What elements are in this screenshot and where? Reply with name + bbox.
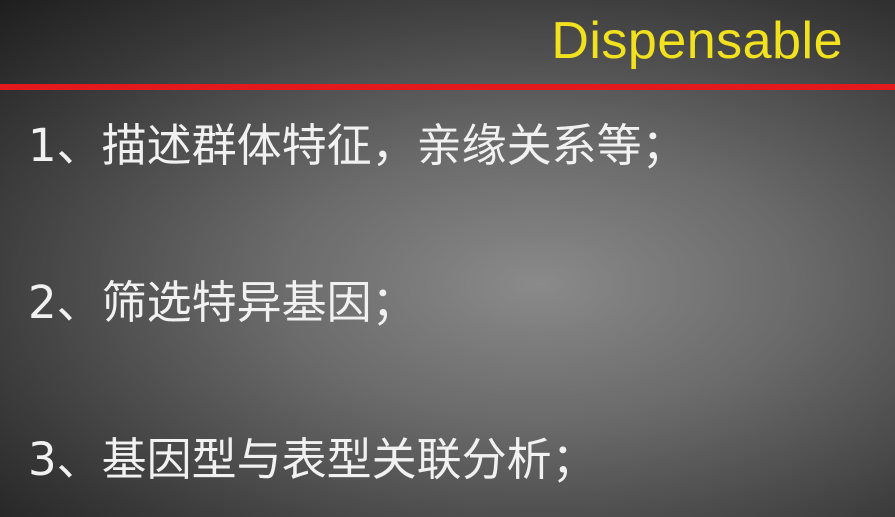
list-item-3: 3、基因型与表型关联分析； [28, 433, 597, 486]
slide-title: Dispensable [551, 12, 843, 70]
slide: Dispensable 1、描述群体特征，亲缘关系等； 2、筛选特异基因； 3、… [0, 0, 895, 517]
title-divider [0, 84, 895, 90]
list-item-2: 2、筛选特异基因； [28, 276, 417, 329]
list-item-1: 1、描述群体特征，亲缘关系等； [28, 119, 687, 172]
